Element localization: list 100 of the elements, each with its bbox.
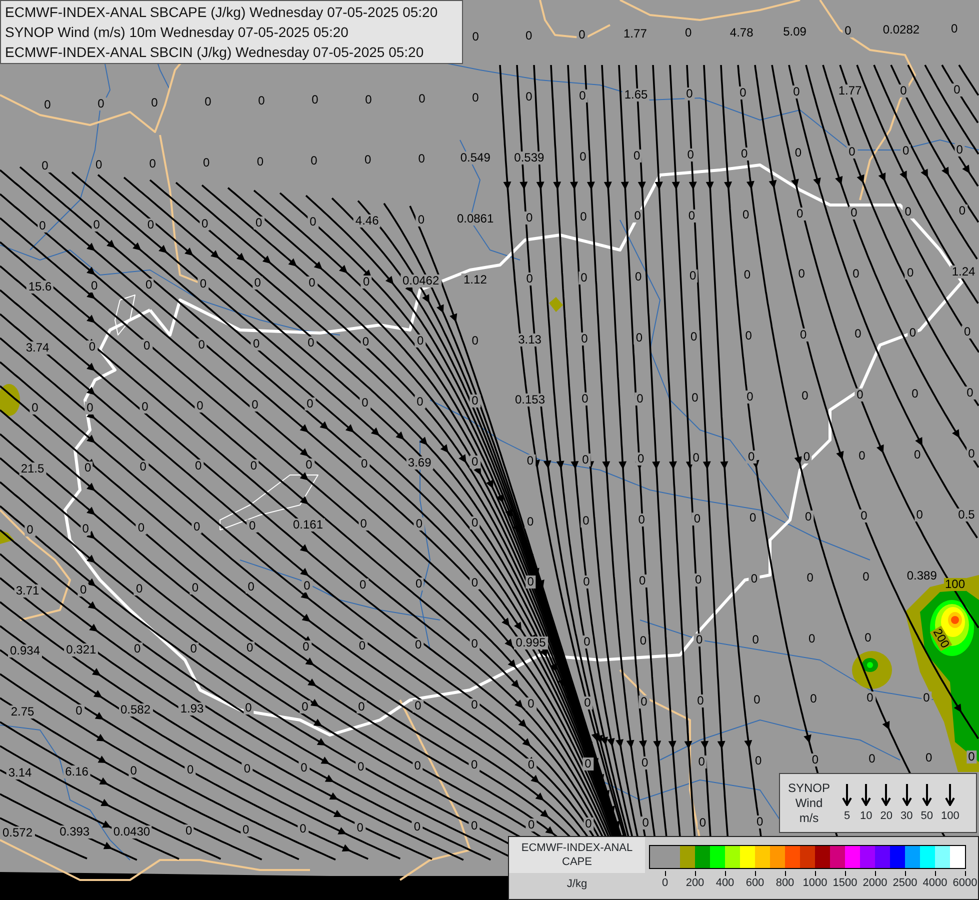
value-label: 0 — [739, 147, 750, 160]
cape-shaded-area — [0, 530, 14, 544]
value-label: 0 — [742, 268, 753, 282]
value-label: 0 — [250, 338, 262, 351]
value-label: 0.0462 — [400, 274, 442, 288]
value-label: 0.389 — [904, 570, 939, 583]
value-label: 0 — [202, 96, 214, 109]
value-label: 0 — [743, 330, 754, 342]
value-label: 0 — [74, 704, 84, 718]
value-label: 0 — [193, 460, 204, 473]
value-label: 0 — [310, 94, 320, 107]
arrow-down-icon — [902, 784, 912, 806]
value-label: 0 — [738, 86, 748, 100]
value-label: 0.0430 — [111, 825, 152, 838]
arrow-down-icon — [881, 784, 892, 806]
value-label: 0 — [308, 215, 318, 228]
value-label: 0 — [89, 280, 100, 293]
value-label: 0 — [856, 449, 868, 462]
value-label: 1.77 — [836, 84, 864, 98]
value-label: 0 — [413, 638, 424, 652]
value-label: 0.161 — [290, 518, 326, 532]
value-label: 0 — [470, 30, 481, 44]
arrow-down-icon — [922, 784, 932, 806]
value-label: 0 — [469, 638, 480, 650]
value-label: 0 — [201, 156, 212, 170]
value-label: 0.539 — [512, 151, 546, 164]
value-label: 0 — [304, 458, 314, 472]
value-label: 0 — [846, 146, 858, 159]
value-label: 0 — [852, 328, 864, 341]
scale-label: 600 — [746, 877, 764, 890]
value-label: 0 — [185, 763, 196, 776]
value-label: 0 — [800, 389, 810, 402]
value-label: 0 — [91, 218, 102, 232]
value-label: 0 — [862, 631, 874, 644]
value-label: 0 — [810, 754, 821, 766]
value-label: 0 — [794, 207, 806, 220]
value-label: 0 — [905, 266, 916, 280]
value-label: 0 — [194, 399, 206, 412]
scale-label: 6000 — [952, 877, 978, 890]
legend-text: SYNOP — [788, 780, 830, 796]
speed-label: 100 — [941, 810, 960, 822]
value-label: 0.995 — [514, 636, 548, 650]
legend-text: CAPE — [561, 855, 593, 869]
value-label: 0 — [688, 330, 700, 344]
value-label: 0.0282 — [880, 23, 922, 36]
value-label: 0 — [860, 570, 872, 584]
value-label: 0 — [524, 212, 535, 225]
value-label: 0 — [524, 454, 536, 468]
value-label: 0 — [470, 394, 480, 408]
value-label: 0 — [634, 331, 645, 344]
value-label: 0 — [84, 401, 96, 414]
scale-label: 2000 — [862, 877, 888, 890]
value-label: 0 — [196, 338, 207, 352]
value-label: 0 — [240, 823, 252, 836]
value-label: 0 — [469, 576, 480, 590]
value-label: 0 — [416, 152, 427, 166]
region-border-line — [539, 0, 610, 39]
value-label: 0 — [638, 634, 649, 648]
value-label: 0 — [526, 697, 536, 710]
value-label: 0 — [746, 450, 757, 464]
arrow-down-icon — [945, 784, 956, 806]
value-label: 0 — [470, 334, 480, 347]
arrow-down-icon — [861, 784, 872, 806]
scale-label: 4000 — [922, 877, 948, 890]
value-label: 0 — [412, 760, 423, 773]
contour-label: 100 — [944, 578, 966, 591]
value-label: 0 — [637, 574, 648, 588]
value-label: 0 — [923, 752, 934, 765]
value-label: 0 — [792, 146, 804, 160]
value-label: 0 — [914, 508, 925, 522]
cape-shaded-area — [549, 297, 563, 312]
value-label: 0 — [900, 144, 912, 158]
scale-label: 200 — [686, 877, 704, 890]
legend-text: ECMWF-INDEX-ANAL — [520, 841, 634, 855]
value-label: 0 — [695, 694, 706, 708]
value-label: 0 — [632, 210, 643, 223]
value-label: 0 — [525, 576, 536, 589]
value-label: 0 — [578, 272, 590, 284]
value-label: 3.14 — [6, 766, 34, 780]
value-label: 0 — [414, 517, 425, 530]
value-label: 0 — [803, 510, 814, 524]
value-label: 0 — [358, 457, 370, 470]
value-label: 1.93 — [178, 702, 206, 716]
value-label: 0 — [694, 634, 705, 647]
value-label: 0 — [78, 583, 89, 596]
speed-label: 5 — [844, 810, 850, 822]
value-label: 0 — [687, 270, 698, 283]
value-label: 1.12 — [462, 273, 489, 286]
value-label: 0 — [956, 204, 968, 218]
value-label: 0 — [300, 700, 310, 714]
value-label: 0 — [306, 276, 318, 289]
value-label: 0 — [40, 159, 50, 172]
value-label: 0 — [354, 821, 366, 834]
value-label: 0 — [578, 210, 589, 224]
value-label: 0 — [526, 758, 537, 771]
value-label: 0 — [791, 86, 802, 99]
value-label: 0 — [358, 578, 368, 592]
value-label: 0 — [798, 328, 809, 342]
value-label: 0 — [416, 214, 427, 226]
value-label: 0 — [580, 514, 592, 528]
